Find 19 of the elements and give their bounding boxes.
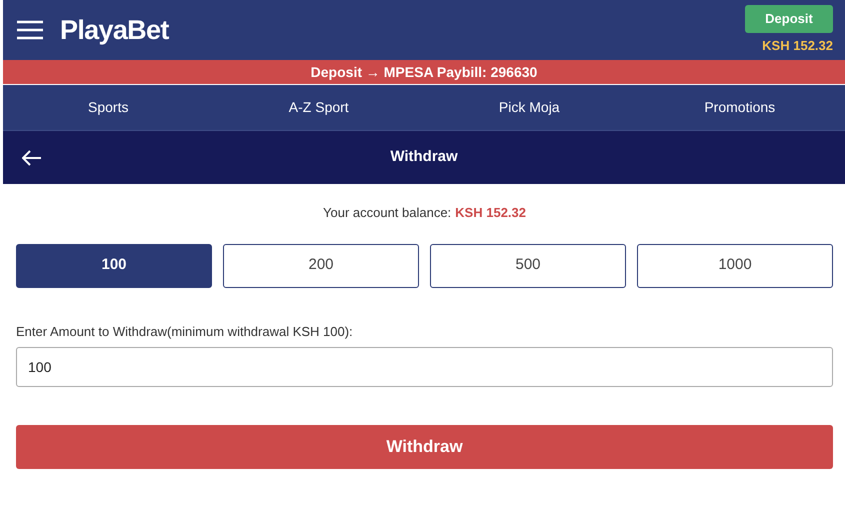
paybill-banner: Deposit → MPESA Paybill: 296630: [3, 60, 845, 85]
back-arrow-icon[interactable]: [22, 150, 42, 166]
page-title: Withdraw: [390, 147, 458, 168]
nav-link[interactable]: Pick Moja: [498, 97, 560, 118]
withdraw-button[interactable]: Withdraw: [16, 425, 833, 469]
amount-label: Enter Amount to Withdraw(minimum withdrawal KSH 100):: [16, 322, 354, 341]
logo: PlayaBet: [60, 14, 169, 47]
amount-field[interactable]: 100: [16, 347, 833, 387]
nav-link[interactable]: Promotions: [704, 97, 776, 118]
amount-option[interactable]: 1000: [637, 244, 833, 288]
amount-option[interactable]: 100: [16, 244, 212, 288]
amount-option[interactable]: 500: [430, 244, 626, 288]
menu-icon[interactable]: [16, 20, 44, 40]
balance-amount: KSH 152.32: [455, 204, 526, 222]
balance-label: Your account balance:: [323, 204, 452, 222]
amount-option[interactable]: 200: [223, 244, 419, 288]
balance-text: KSH 152.32: [762, 36, 833, 55]
nav-link[interactable]: Sports: [88, 97, 128, 118]
nav-link[interactable]: A-Z Sport: [288, 97, 349, 118]
